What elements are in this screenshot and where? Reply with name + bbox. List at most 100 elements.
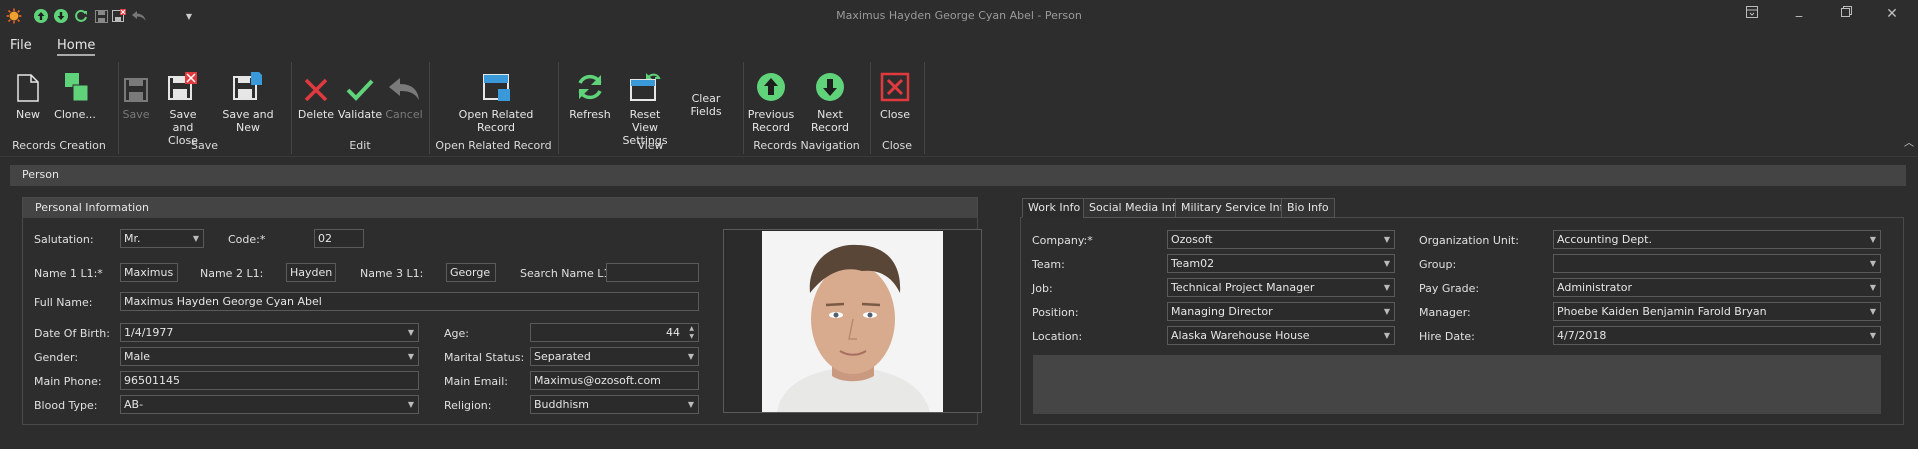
save-icon: [120, 66, 152, 102]
clear-fields-button[interactable]: Clear Fields: [676, 92, 736, 118]
code-field[interactable]: 02: [314, 229, 364, 248]
cancel-button[interactable]: Cancel: [385, 66, 423, 121]
save-close-icon: [167, 66, 199, 102]
salutation-label: Salutation:: [34, 233, 94, 246]
person-photo: [762, 231, 943, 412]
minimize-icon[interactable]: _: [1787, 3, 1811, 23]
notes-area[interactable]: [1033, 355, 1881, 414]
position-select[interactable]: Managing Director ▼: [1167, 302, 1395, 321]
refresh-button[interactable]: Refresh: [569, 66, 611, 121]
close-red-icon: [879, 66, 911, 102]
email-field[interactable]: Maximus@ozosoft.com: [530, 371, 699, 390]
personal-info-title: Personal Information: [23, 198, 977, 218]
religion-label: Religion:: [444, 399, 492, 412]
age-label: Age:: [444, 327, 469, 340]
reset-view-settings-button[interactable]: Reset View Settings: [615, 66, 675, 147]
save-and-new-button[interactable]: Save and New: [213, 66, 283, 134]
clone-icon: [59, 66, 91, 102]
name1-field[interactable]: Maximus: [120, 263, 178, 282]
delete-button[interactable]: Delete: [298, 66, 334, 121]
location-select[interactable]: Alaska Warehouse House ▼: [1167, 326, 1395, 345]
chevron-down-icon: ▼: [1383, 283, 1390, 292]
gender-select[interactable]: Male ▼: [120, 347, 419, 366]
previous-record-button[interactable]: Previous Record: [748, 66, 794, 134]
new-button[interactable]: New: [12, 66, 44, 121]
group-close: Close: [882, 139, 912, 152]
code-label: Code:*: [228, 233, 266, 246]
name1-label: Name 1 L1:*: [34, 267, 103, 280]
pay-grade-select[interactable]: Administrator ▼: [1553, 278, 1881, 297]
age-spinner[interactable]: 44 ▲ ▼: [530, 323, 699, 342]
chevron-down-icon: ▼: [407, 352, 414, 361]
dob-label: Date Of Birth:: [34, 327, 110, 340]
chevron-down-icon: ▼: [1869, 331, 1876, 340]
new-document-icon: [12, 66, 44, 102]
validate-button[interactable]: Validate: [338, 66, 382, 121]
company-select[interactable]: Ozosoft ▼: [1167, 230, 1395, 249]
group-select[interactable]: ▼: [1553, 254, 1881, 273]
save-and-close-button[interactable]: Save and Close: [158, 66, 208, 147]
company-label: Company:*: [1032, 234, 1093, 247]
save-new-icon: [232, 66, 264, 102]
arrow-up-circle-icon: [755, 66, 787, 102]
ribbon-display-icon[interactable]: [1740, 6, 1764, 26]
save-button[interactable]: Save: [121, 66, 151, 121]
group-open-related-record: Open Related Record: [435, 139, 552, 152]
collapse-ribbon-icon[interactable]: ︿: [1904, 134, 1914, 149]
location-label: Location:: [1032, 330, 1083, 343]
chevron-down-icon: ▼: [687, 352, 694, 361]
chevron-down-icon: ▼: [1383, 235, 1390, 244]
salutation-select[interactable]: Mr. ▼: [120, 229, 204, 248]
team-label: Team:: [1032, 258, 1065, 271]
tab-military-service-info[interactable]: Military Service Info: [1175, 198, 1297, 218]
close-window-icon[interactable]: ✕: [1880, 6, 1904, 26]
window-title: Maximus Hayden George Cyan Abel - Person: [836, 9, 1082, 22]
fullname-label: Full Name:: [34, 296, 93, 309]
chevron-down-icon: ▼: [1383, 331, 1390, 340]
arrow-down-circle-icon: [814, 66, 846, 102]
clone-button[interactable]: Clone...: [52, 66, 98, 121]
photo-frame[interactable]: [723, 229, 982, 413]
menu-home[interactable]: Home: [57, 38, 96, 56]
next-record-button[interactable]: Next Record: [798, 66, 862, 134]
open-related-record-button[interactable]: Open Related Record: [456, 66, 536, 134]
team-select[interactable]: Team02 ▼: [1167, 254, 1395, 273]
chevron-down-icon: ▼: [1869, 235, 1876, 244]
religion-select[interactable]: Buddhism ▼: [530, 395, 699, 414]
chevron-down-icon: ▼: [407, 328, 414, 337]
org-unit-label: Organization Unit:: [1419, 234, 1519, 247]
group-save: Save: [190, 139, 218, 152]
name3-field[interactable]: George: [446, 263, 496, 282]
delete-x-icon: [300, 66, 332, 102]
chevron-down-icon: ▼: [407, 400, 414, 409]
checkmark-icon: [344, 66, 376, 102]
org-unit-select[interactable]: Accounting Dept. ▼: [1553, 230, 1881, 249]
hire-date-select[interactable]: 4/7/2018 ▼: [1553, 326, 1881, 345]
phone-label: Main Phone:: [34, 375, 102, 388]
fullname-field[interactable]: Maximus Hayden George Cyan Abel: [120, 292, 699, 311]
name2-label: Name 2 L1:: [200, 267, 264, 280]
section-header: Person: [10, 165, 1906, 186]
phone-field[interactable]: 96501145: [120, 371, 419, 390]
blood-label: Blood Type:: [34, 399, 98, 412]
job-label: Job:: [1032, 282, 1053, 295]
gender-label: Gender:: [34, 351, 79, 364]
restore-icon[interactable]: [1834, 6, 1858, 26]
tab-bio-info[interactable]: Bio Info: [1281, 198, 1335, 218]
manager-select[interactable]: Phoebe Kaiden Benjamin Farold Bryan ▼: [1553, 302, 1881, 321]
chevron-down-icon: ▼: [687, 400, 694, 409]
menu-file[interactable]: File: [10, 38, 32, 53]
name2-field[interactable]: Hayden: [286, 263, 336, 282]
refresh-icon: [574, 66, 606, 102]
blood-select[interactable]: AB- ▼: [120, 395, 419, 414]
dob-select[interactable]: 1/4/1977 ▼: [120, 323, 419, 342]
marital-select[interactable]: Separated ▼: [530, 347, 699, 366]
tab-social-media-info[interactable]: Social Media Info: [1083, 198, 1189, 218]
marital-label: Marital Status:: [444, 351, 525, 364]
tab-work-info[interactable]: Work Info: [1022, 198, 1087, 218]
job-select[interactable]: Technical Project Manager ▼: [1167, 278, 1395, 297]
close-button[interactable]: Close: [878, 66, 912, 121]
search-name-field[interactable]: [606, 263, 699, 282]
chevron-down-icon: ▼: [192, 234, 199, 243]
chevron-down-icon: ▼: [1869, 259, 1876, 268]
